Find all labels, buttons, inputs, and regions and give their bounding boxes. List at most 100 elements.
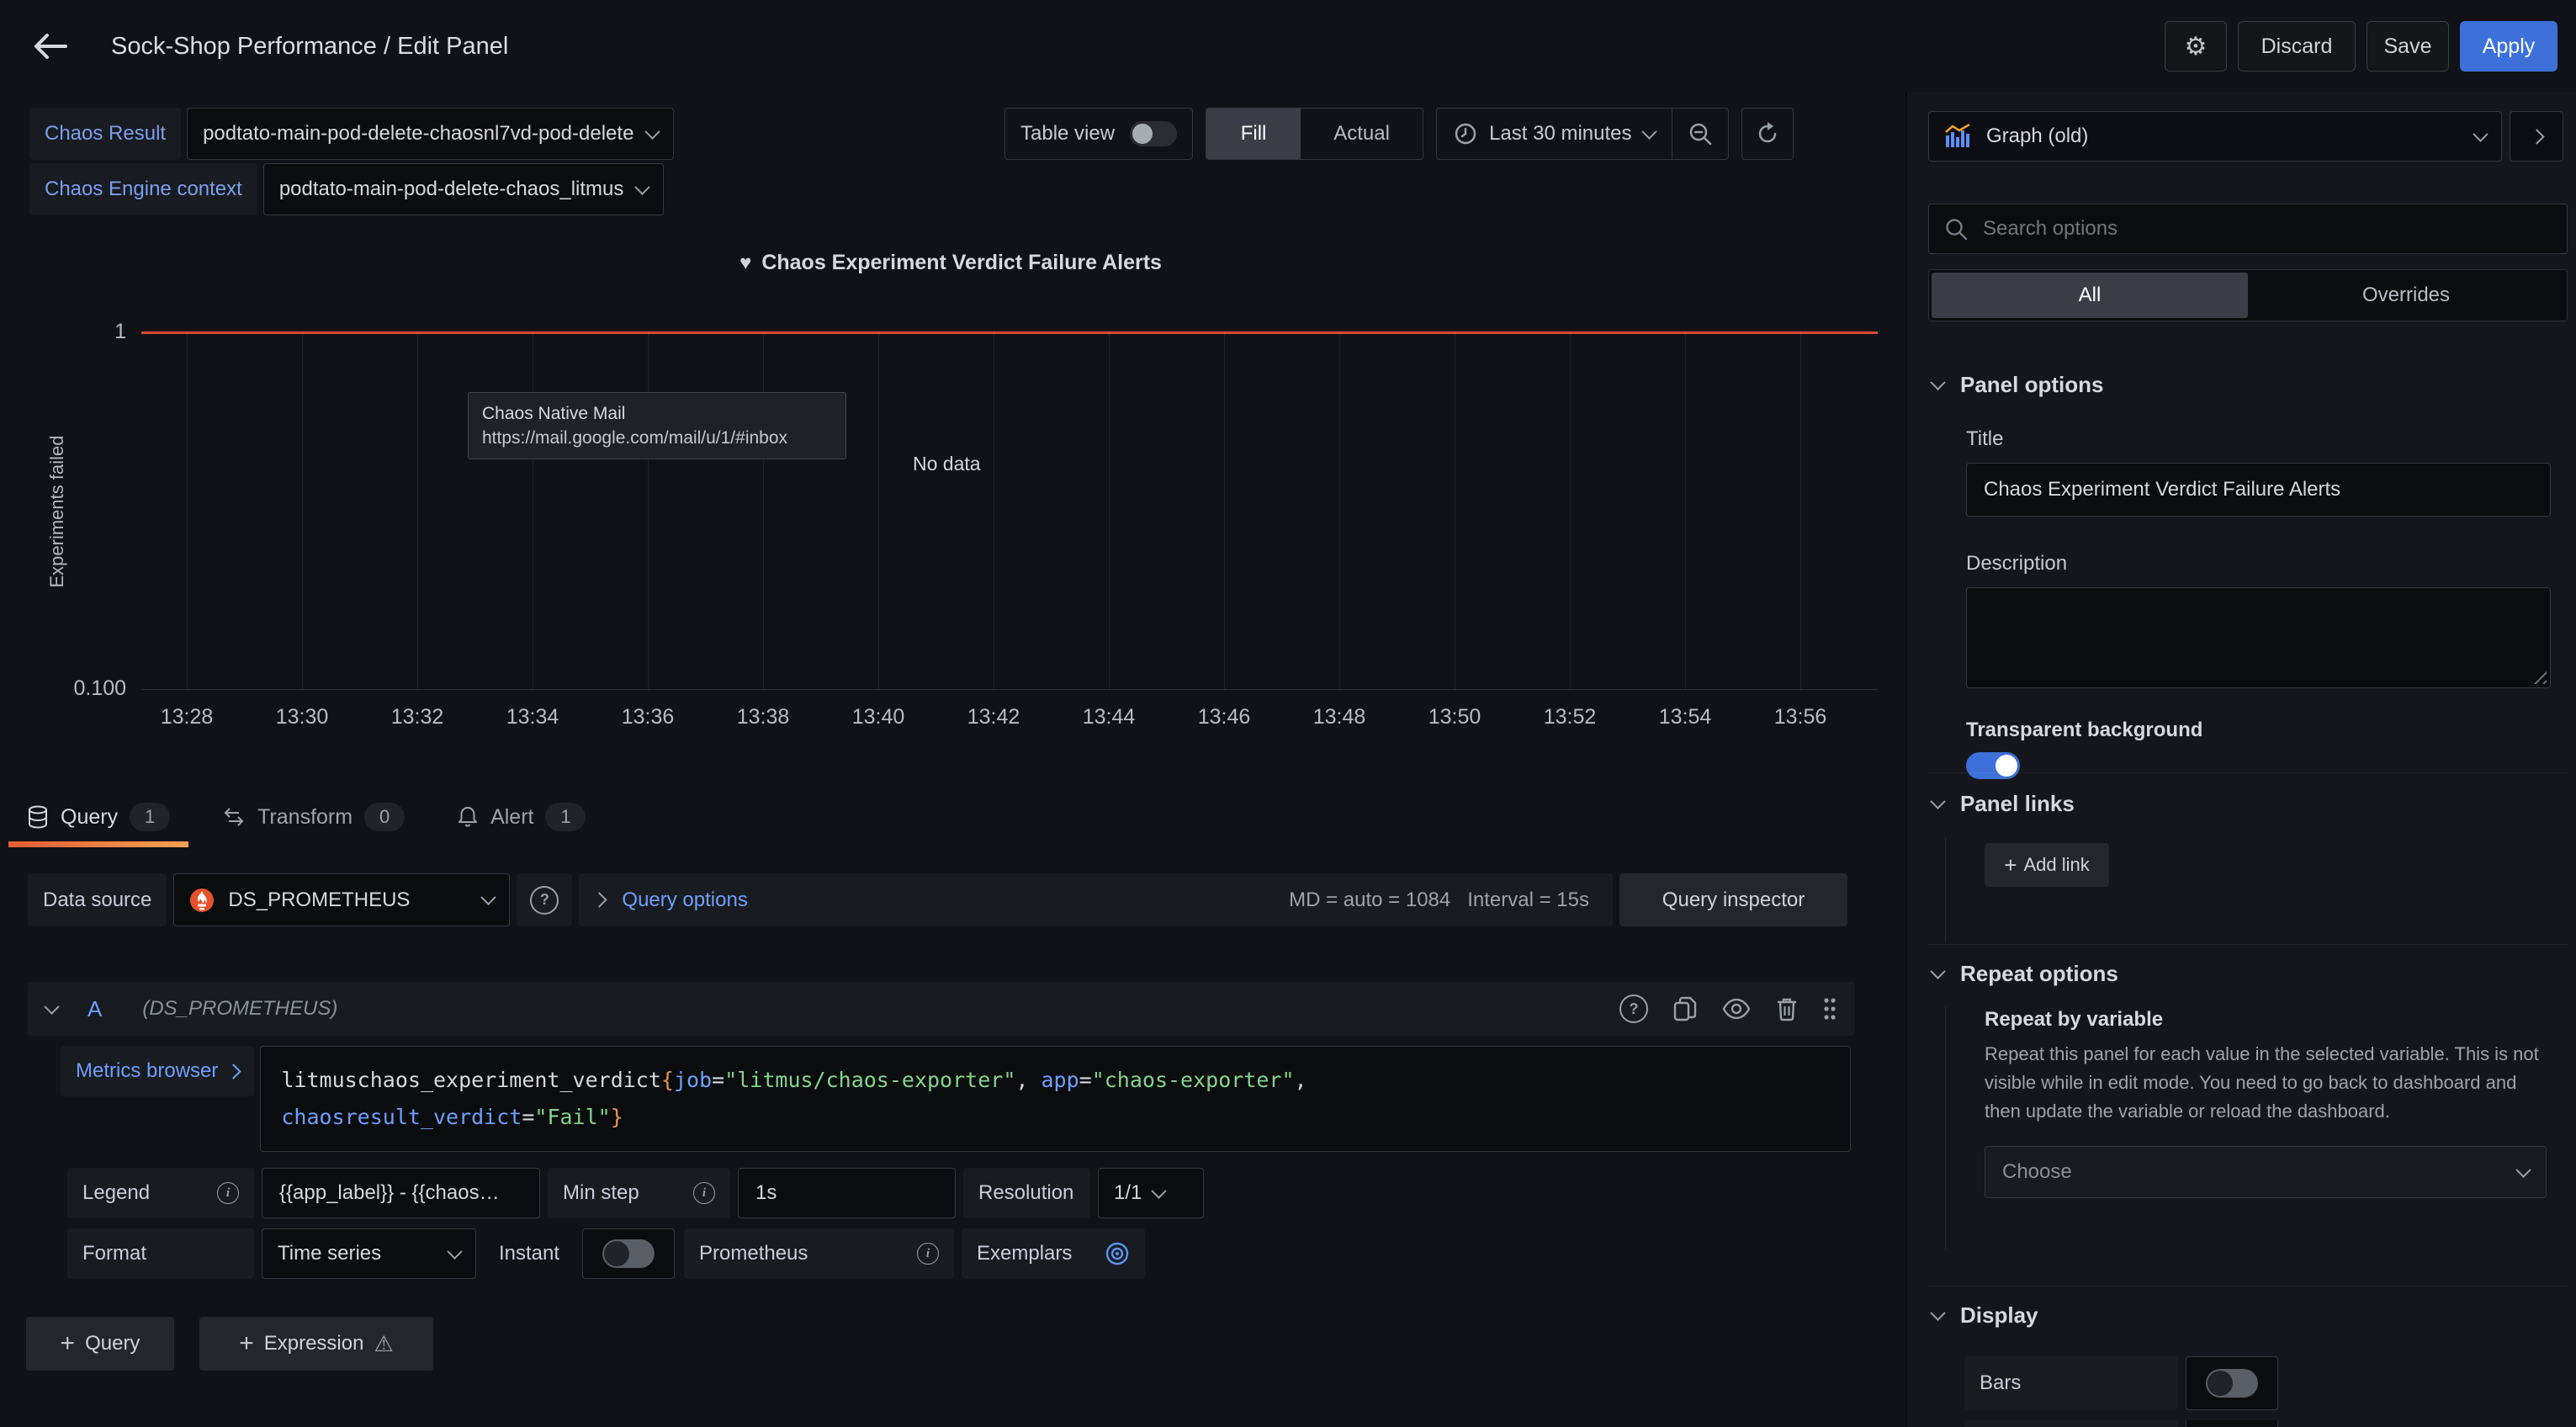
panel-header[interactable]: ♥ Chaos Experiment Verdict Failure Alert… (0, 251, 1901, 275)
query-options-row: Data source DS_PROMETHEUS ? Query option… (28, 873, 1847, 926)
query-inspector-button[interactable]: Query inspector (1619, 873, 1847, 926)
min-step-input[interactable] (738, 1168, 956, 1218)
transparent-background-switch[interactable] (1966, 752, 2020, 779)
tab-transform[interactable]: Transform 0 (204, 787, 423, 847)
panel-options-body: Title Description Transparent background (1966, 427, 2551, 785)
tab-alert[interactable]: Alert 1 (438, 787, 604, 847)
refresh-button[interactable] (1741, 108, 1794, 160)
duplicate-icon[interactable] (1673, 996, 1697, 1021)
display-heading: Display (1960, 1302, 2038, 1329)
instant-label: Instant (484, 1228, 575, 1279)
instant-switch[interactable] (602, 1239, 655, 1268)
format-select[interactable]: Time series (262, 1228, 476, 1279)
refresh-icon (1755, 121, 1780, 146)
panel-links-heading: Panel links (1960, 791, 2075, 817)
resize-handle[interactable] (2533, 671, 2547, 684)
discard-button[interactable]: Discard (2238, 21, 2356, 72)
panel-links-header[interactable]: Panel links (1932, 791, 2075, 817)
variable-value: podtato-main-pod-delete-chaosnl7vd-pod-d… (203, 122, 633, 146)
description-textarea[interactable] (1982, 597, 2535, 676)
search-icon (1944, 217, 1968, 241)
resolution-select[interactable]: 1/1 (1098, 1168, 1204, 1218)
query-ref-id: A (87, 996, 102, 1022)
query-options-label: Query options (622, 889, 747, 912)
panel-link-tooltip[interactable]: Chaos Native Mail https://mail.google.co… (468, 392, 846, 459)
gridline (417, 332, 418, 690)
options-search-input[interactable] (1981, 216, 2552, 241)
section-guide (1945, 837, 1946, 942)
table-view-label: Table view (1020, 122, 1115, 146)
table-view-toggle[interactable]: Table view (1004, 108, 1193, 160)
variable-value-dropdown[interactable]: podtato-main-pod-delete-chaos_litmus (263, 163, 665, 215)
back-button[interactable] (32, 30, 69, 62)
repeat-variable-select[interactable]: Choose (1985, 1146, 2547, 1198)
legend-input-field[interactable] (278, 1180, 524, 1206)
display-header[interactable]: Display (1932, 1302, 2038, 1329)
query-actions: ? (1619, 995, 1837, 1023)
filter-tab-overrides[interactable]: Overrides (2248, 273, 2564, 318)
add-link-button[interactable]: + Add link (1985, 843, 2109, 887)
help-icon[interactable]: ? (1619, 995, 1648, 1023)
prometheus-label-text: Prometheus (699, 1242, 808, 1265)
info-icon: i (693, 1182, 715, 1204)
actual-option[interactable]: Actual (1301, 109, 1423, 159)
chart-plot-area[interactable] (141, 332, 1878, 690)
data-source-picker[interactable]: DS_PROMETHEUS (173, 873, 510, 926)
expression-token: , (1295, 1068, 1307, 1092)
tab-count-badge: 0 (364, 803, 405, 831)
y-tick-0100: 0.100 (50, 676, 126, 701)
min-step-input-field[interactable] (754, 1180, 940, 1206)
trash-icon[interactable] (1776, 996, 1798, 1021)
add-query-button[interactable]: + Query (26, 1317, 174, 1371)
fill-option[interactable]: Fill (1206, 109, 1301, 159)
tab-query[interactable]: Query 1 (8, 787, 188, 847)
gear-icon: ⚙ (2185, 32, 2208, 61)
promql-expression-input[interactable]: litmuschaos_experiment_verdict{job="litm… (260, 1046, 1851, 1152)
min-step-label-text: Min step (563, 1181, 639, 1205)
data-source-help-button[interactable]: ? (517, 873, 572, 926)
variable-value-dropdown[interactable]: podtato-main-pod-delete-chaosnl7vd-pod-d… (187, 108, 674, 160)
apply-button[interactable]: Apply (2460, 21, 2557, 72)
chevron-down-icon (2515, 1162, 2531, 1177)
format-value: Time series (278, 1242, 381, 1265)
panel-options-header[interactable]: Panel options (1932, 372, 2103, 398)
bars-switch[interactable] (2206, 1369, 2258, 1398)
query-a-header[interactable]: A (DS_PROMETHEUS) ? (28, 982, 1855, 1036)
collapse-options-button[interactable] (2510, 111, 2563, 162)
viz-picker[interactable]: Graph (old) (1928, 111, 2502, 162)
options-search[interactable] (1928, 204, 2568, 254)
header-bar: Sock-Shop Performance / Edit Panel ⚙ Dis… (0, 0, 2576, 93)
description-textarea-box[interactable] (1966, 587, 2551, 688)
drag-handle-icon[interactable] (1823, 997, 1837, 1021)
gridline (878, 332, 879, 690)
eye-icon[interactable] (1722, 999, 1751, 1019)
chevron-right-icon (2529, 129, 2544, 144)
bars-row: Bars (1964, 1356, 2278, 1410)
plus-icon: + (239, 1329, 254, 1358)
chevron-down-icon (635, 179, 650, 194)
panel-settings-button[interactable]: ⚙ (2165, 21, 2227, 72)
panel-title-input[interactable] (1982, 477, 2535, 502)
filter-tab-all[interactable]: All (1932, 273, 2248, 318)
exemplars-eye-icon[interactable] (1105, 1241, 1130, 1266)
expression-token: = (522, 1105, 534, 1129)
info-icon: i (917, 1243, 939, 1265)
panel-options-heading: Panel options (1960, 372, 2103, 398)
zoom-out-button[interactable] (1672, 109, 1728, 159)
time-range-label: Last 30 minutes (1489, 122, 1631, 146)
format-row: Format Time series Instant Prometheus i … (67, 1228, 1145, 1279)
gridline (1224, 332, 1225, 690)
metrics-browser-button[interactable]: Metrics browser (61, 1046, 254, 1096)
transparent-background-label: Transparent background (1966, 719, 2551, 742)
repeat-options-header[interactable]: Repeat options (1932, 961, 2118, 987)
time-range-controls: Last 30 minutes (1436, 108, 1728, 160)
time-range-picker[interactable]: Last 30 minutes (1437, 109, 1671, 159)
save-button[interactable]: Save (2367, 21, 2449, 72)
legend-input[interactable] (262, 1168, 540, 1218)
query-options-bar[interactable]: Query options MD = auto = 1084 Interval … (579, 873, 1613, 926)
chevron-down-icon (1641, 124, 1656, 139)
exemplars-control: Exemplars (962, 1228, 1145, 1279)
add-expression-button[interactable]: + Expression ⚠ (199, 1317, 433, 1371)
panel-title-input-box[interactable] (1966, 463, 2551, 517)
table-view-switch[interactable] (1130, 121, 1177, 146)
